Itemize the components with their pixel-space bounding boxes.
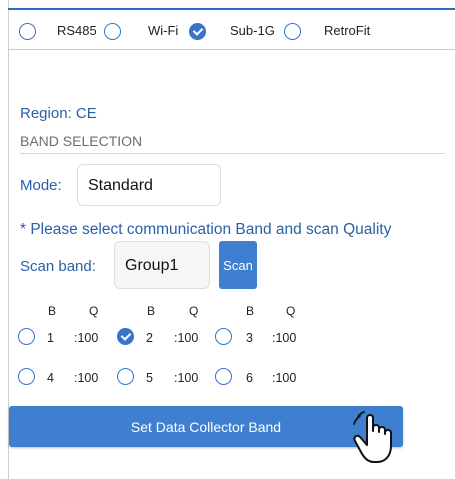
- radio-rs485[interactable]: [104, 23, 121, 40]
- band-number: 1: [47, 331, 54, 345]
- band-number: 2: [146, 331, 153, 345]
- radio-wifi-label: Wi-Fi: [148, 23, 179, 38]
- band-header: B: [48, 304, 57, 318]
- radio-wifi-checked[interactable]: [189, 23, 206, 40]
- scan-band-label: Scan band:: [20, 258, 96, 275]
- band-number: 6: [246, 371, 253, 385]
- band-header: B: [147, 304, 156, 318]
- band-radio-4[interactable]: [18, 368, 35, 385]
- band-header: B: [246, 304, 255, 318]
- band-radio-1[interactable]: [18, 328, 35, 345]
- band-radio-3[interactable]: [215, 328, 232, 345]
- mode-field[interactable]: Standard: [77, 164, 221, 206]
- scan-band-field[interactable]: Group1: [114, 241, 210, 289]
- radio-retrofit-label: RetroFit: [324, 23, 371, 38]
- band-quality: :100: [174, 371, 199, 385]
- tap-hand-icon: [353, 411, 392, 463]
- band-radio-6[interactable]: [215, 368, 232, 385]
- quality-header: Q: [89, 304, 99, 318]
- region-row: Region: CE: [20, 105, 97, 122]
- radio-unlabeled[interactable]: [19, 23, 36, 40]
- quality-header: Q: [286, 304, 296, 318]
- radio-rs485-label: RS485: [57, 23, 97, 38]
- band-quality: :100: [272, 371, 297, 385]
- region-value: CE: [75, 105, 97, 122]
- band-number: 4: [47, 371, 54, 385]
- region-label: Region:: [20, 105, 72, 122]
- quality-header: Q: [189, 304, 199, 318]
- set-data-collector-band-button[interactable]: Set Data Collector Band: [9, 406, 403, 447]
- band-section-divider: [20, 153, 445, 154]
- band-radio-5[interactable]: [117, 368, 134, 385]
- mode-label: Mode:: [20, 177, 62, 194]
- communication-type-bar: RS485 Wi-Fi Sub-1G RetroFit: [8, 8, 455, 50]
- band-quality: :100: [272, 331, 297, 345]
- band-number: 3: [246, 331, 253, 345]
- band-number: 5: [146, 371, 153, 385]
- scan-button[interactable]: Scan: [219, 241, 257, 289]
- band-quality: :100: [74, 331, 99, 345]
- radio-sub1g-label: Sub-1G: [230, 23, 275, 38]
- radio-sub1g[interactable]: [284, 23, 301, 40]
- band-selection-heading: BAND SELECTION: [20, 133, 143, 149]
- band-quality: :100: [174, 331, 199, 345]
- band-quality: :100: [74, 371, 99, 385]
- instruction-text: * Please select communication Band and s…: [20, 221, 392, 238]
- band-radio-2-checked[interactable]: [117, 328, 134, 345]
